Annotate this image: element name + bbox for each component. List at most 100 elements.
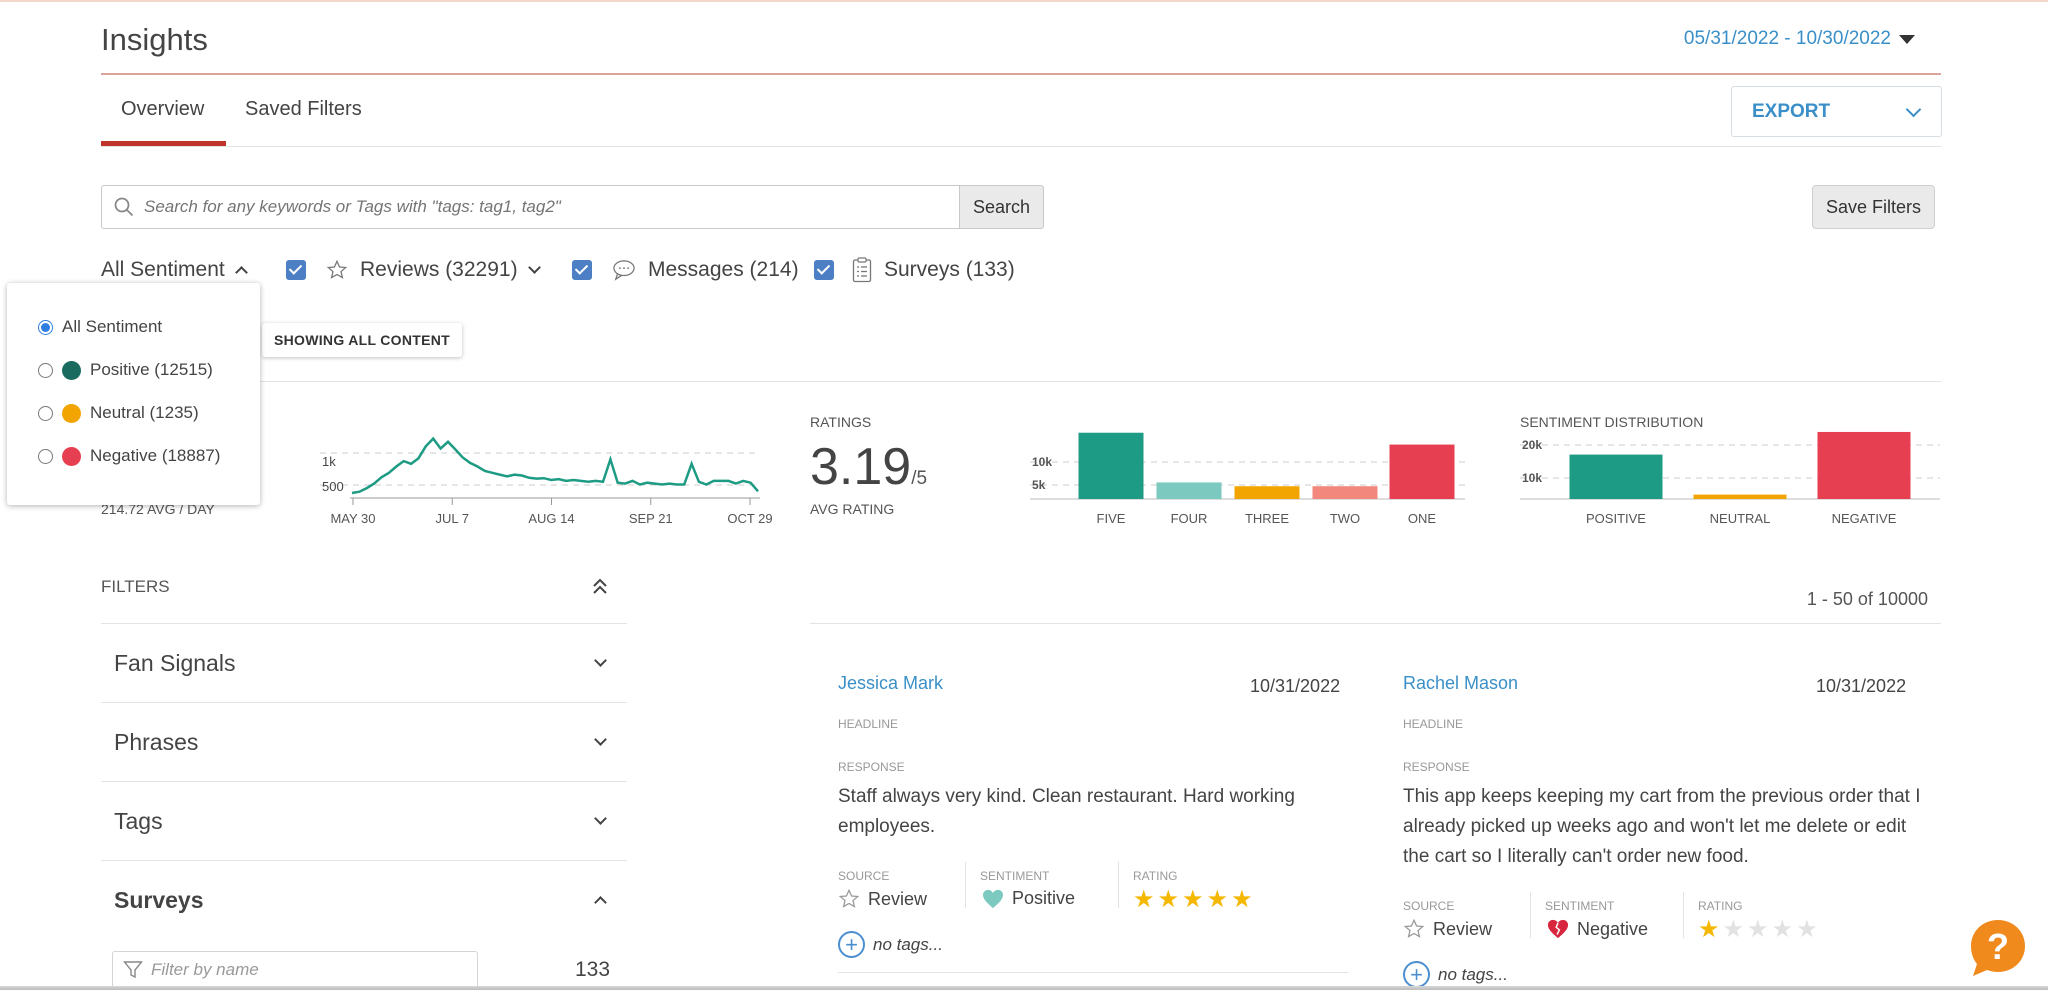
add-tags[interactable]: + no tags...: [838, 931, 943, 958]
x-tick-label: TWO: [1330, 511, 1360, 526]
surveys-checkbox[interactable]: [814, 260, 834, 280]
chat-bubble-icon: [613, 260, 635, 281]
chevron-down-icon[interactable]: [527, 261, 541, 274]
no-tags-text: no tags...: [1438, 964, 1508, 984]
collapse-all-icon[interactable]: [592, 577, 608, 595]
sentiment-option-positive[interactable]: Positive (12515): [38, 360, 213, 380]
avg-rating-label: AVG RATING: [810, 501, 895, 517]
positive-dot-icon: [62, 360, 81, 380]
sentiment-option-all[interactable]: All Sentiment: [38, 317, 162, 337]
radio-unselected[interactable]: [38, 448, 53, 464]
caret-down-icon: [1899, 34, 1915, 44]
sentiment-value: Positive: [982, 888, 1075, 909]
sentiment-value: Negative: [1547, 918, 1648, 940]
rating-label: RATING: [1133, 869, 1178, 883]
tab-overview[interactable]: Overview: [121, 98, 204, 121]
messages-label: Messages (214): [648, 258, 799, 281]
reviewer-name[interactable]: Rachel Mason: [1403, 673, 1518, 694]
x-tick-label: OCT 29: [727, 511, 772, 526]
messages-checkbox[interactable]: [572, 260, 592, 280]
filled-star-icon: ★: [1231, 886, 1253, 913]
filled-star-icon: ★: [1133, 886, 1155, 913]
x-tick-label: JUL 7: [436, 511, 469, 526]
sentiment-dropdown-toggle[interactable]: All Sentiment: [101, 256, 248, 284]
sentiment-text: Positive: [1012, 888, 1076, 908]
headline-label: HEADLINE: [1403, 717, 1464, 731]
search-button[interactable]: Search: [959, 185, 1044, 229]
date-range-picker[interactable]: 05/31/2022 - 10/30/2022: [1684, 28, 1915, 50]
filter-by-name-field[interactable]: Filter by name: [112, 951, 478, 989]
y-tick-500: 500: [322, 479, 344, 494]
y-tick-label: 20k: [1522, 438, 1542, 452]
date-range-label: 05/31/2022 - 10/30/2022: [1683, 28, 1891, 49]
x-tick-label: POSITIVE: [1586, 511, 1646, 526]
reviews-checkbox[interactable]: [286, 260, 306, 280]
radio-unselected[interactable]: [38, 405, 53, 421]
source-text: Review: [1433, 918, 1493, 939]
sentiment-option-negative[interactable]: Negative (18887): [38, 446, 220, 466]
section-divider: [101, 381, 1941, 382]
ratings-bar-chart: 10k 5k FIVE FOUR THREE TWO ONE: [1030, 432, 1465, 526]
rating-suffix: /5: [911, 468, 928, 489]
x-axis-ticks: MAY 30 JUL 7 AUG 14 SEP 21 OCT 29: [330, 498, 773, 526]
review-date: 10/31/2022: [1816, 676, 1907, 696]
option-label: Positive (12515): [90, 360, 213, 379]
reviewer-name[interactable]: Jessica Mark: [838, 673, 943, 694]
rating-stars: ★ ★ ★ ★ ★: [1133, 888, 1256, 912]
response-label: RESPONSE: [838, 760, 905, 774]
filter-label: Tags: [114, 807, 163, 834]
bar-two: [1312, 486, 1378, 499]
source-label: SOURCE: [1403, 899, 1455, 913]
header-divider: [101, 73, 1941, 75]
filter-tags[interactable]: Tags: [101, 781, 627, 860]
bar-one: [1389, 444, 1455, 499]
add-tags[interactable]: + no tags...: [1403, 961, 1508, 988]
showing-all-content-badge: SHOWING ALL CONTENT: [262, 323, 462, 357]
source-value: Review: [1403, 918, 1492, 940]
chevron-up-icon: [234, 266, 248, 279]
search-icon: [114, 197, 134, 217]
export-dropdown[interactable]: EXPORT: [1731, 86, 1942, 137]
plus-icon[interactable]: +: [838, 931, 865, 958]
radio-selected[interactable]: [38, 319, 53, 335]
svg-text:?: ?: [1987, 926, 2009, 967]
funnel-icon: [123, 961, 143, 979]
y-tick-label: 10k: [1032, 455, 1052, 469]
results-divider: [810, 623, 1941, 624]
y-tick-label: 5k: [1032, 478, 1046, 492]
clipboard-icon: [852, 257, 872, 283]
bar-neutral: [1693, 494, 1787, 499]
x-tick-label: MAY 30: [330, 511, 375, 526]
filter-surveys[interactable]: Surveys: [101, 860, 627, 939]
search-input[interactable]: [144, 197, 944, 217]
filled-star-icon: ★: [1698, 916, 1720, 943]
empty-star-icon: ★: [1747, 916, 1769, 943]
negative-dot-icon: [62, 446, 81, 466]
heart-icon: [983, 889, 1003, 908]
help-icon[interactable]: ?: [1967, 917, 2029, 979]
filled-star-icon: ★: [1206, 886, 1229, 913]
sentiment-option-neutral[interactable]: Neutral (1235): [38, 403, 199, 423]
search-field[interactable]: [101, 185, 960, 229]
chevron-down-icon: [594, 654, 607, 667]
filter-fan-signals[interactable]: Fan Signals: [101, 623, 627, 702]
messages-filter: Messages (214): [572, 256, 799, 284]
save-filters-button[interactable]: Save Filters: [1812, 185, 1935, 229]
tab-saved-filters[interactable]: Saved Filters: [245, 98, 362, 121]
filled-star-icon: ★: [1182, 886, 1204, 913]
radio-unselected[interactable]: [38, 362, 53, 378]
x-tick-label: AUG 14: [528, 511, 574, 526]
meta-separator: [1683, 892, 1684, 938]
no-tags-text: no tags...: [873, 934, 943, 954]
headline-label: HEADLINE: [838, 717, 899, 731]
y-tick-1k: 1k: [322, 454, 336, 469]
surveys-label: Surveys (133): [884, 258, 1015, 281]
star-icon: [838, 888, 860, 908]
broken-heart-icon: [1547, 919, 1569, 939]
x-tick-label: NEUTRAL: [1710, 511, 1771, 526]
filter-phrases[interactable]: Phrases: [101, 702, 627, 781]
option-label: Negative (18887): [90, 446, 221, 465]
star-icon: [1403, 918, 1425, 938]
chevron-down-icon: [1905, 101, 1922, 117]
plus-icon[interactable]: +: [1403, 961, 1430, 988]
